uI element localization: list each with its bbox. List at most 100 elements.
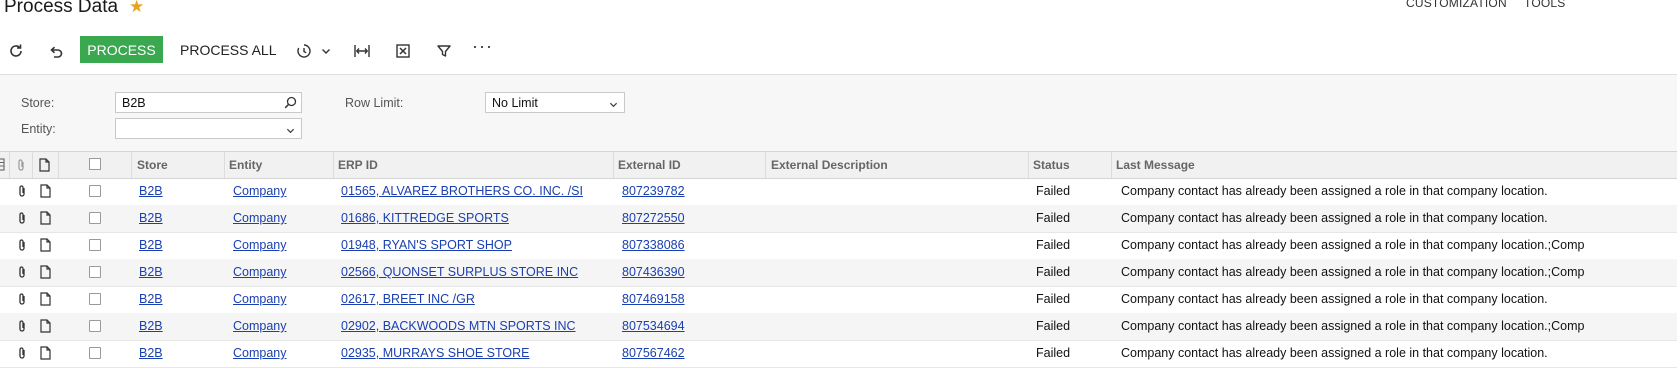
star-icon[interactable]: ★ (129, 0, 144, 17)
row-limit-select[interactable]: No Limit (485, 92, 625, 113)
table-row[interactable]: B2B Company 02935, MURRAYS SHOE STORE 80756… (0, 340, 1677, 368)
entity-link[interactable]: Company (233, 265, 287, 279)
entity-link[interactable]: Company (233, 292, 287, 306)
paperclip-icon[interactable] (17, 346, 29, 360)
note-icon[interactable] (40, 238, 52, 252)
external-id-link[interactable]: 807469158 (622, 292, 685, 306)
chevron-down-icon (286, 124, 295, 138)
entity-link[interactable]: Company (233, 319, 287, 333)
erp-id-link[interactable]: 02566, QUONSET SURPLUS STORE INC (341, 265, 578, 279)
table-row[interactable]: B2B Company 01686, KITTREDGE SPORTS 8072725… (0, 205, 1677, 233)
search-icon[interactable] (284, 96, 297, 112)
filter-icon[interactable] (433, 40, 455, 62)
row-checkbox[interactable] (89, 212, 101, 224)
table-row[interactable]: B2B Company 02566, QUONSET SURPLUS STORE I… (0, 259, 1677, 287)
status-cell: Failed (1036, 346, 1071, 360)
column-header-erp-id[interactable]: ERP ID (338, 158, 378, 172)
store-link[interactable]: B2B (139, 292, 163, 306)
entity-select[interactable] (115, 118, 302, 139)
chevron-down-icon[interactable] (315, 40, 337, 62)
column-header-last-message[interactable]: Last Message (1116, 158, 1195, 172)
last-message-cell: Company contact has already been assigne… (1121, 346, 1548, 360)
entity-link[interactable]: Company (233, 184, 287, 198)
table-row[interactable]: B2B Company 01948, RYAN'S SPORT SHOP 807338… (0, 232, 1677, 260)
column-header-status[interactable]: Status (1033, 158, 1070, 172)
column-chooser-icon[interactable] (0, 158, 5, 176)
store-link[interactable]: B2B (139, 238, 163, 252)
store-link[interactable]: B2B (139, 319, 163, 333)
paperclip-icon[interactable] (17, 238, 29, 252)
entity-link[interactable]: Company (233, 211, 287, 225)
paperclip-icon[interactable] (17, 319, 29, 333)
row-checkbox[interactable] (89, 293, 101, 305)
status-cell: Failed (1036, 319, 1071, 333)
store-link[interactable]: B2B (139, 211, 163, 225)
erp-id-link[interactable]: 01686, KITTREDGE SPORTS (341, 211, 509, 225)
last-message-cell: Company contact has already been assigne… (1121, 265, 1585, 279)
export-excel-icon[interactable] (392, 40, 414, 62)
grid-header: Store Entity ERP ID External ID External… (0, 151, 1677, 179)
table-row[interactable]: B2B Company 02617, BREET INC /GR 807469158 F… (0, 286, 1677, 314)
select-all-checkbox[interactable] (89, 158, 101, 170)
erp-id-link[interactable]: 01565, ALVAREZ BROTHERS CO. INC. /SI (341, 184, 583, 198)
column-header-store[interactable]: Store (137, 158, 168, 172)
note-icon[interactable] (40, 319, 52, 333)
note-icon[interactable] (40, 292, 52, 306)
entity-label: Entity: (21, 122, 56, 136)
column-header-external-description[interactable]: External Description (771, 158, 888, 172)
note-header-icon (39, 158, 50, 177)
note-icon[interactable] (40, 184, 52, 198)
note-icon[interactable] (40, 265, 52, 279)
process-button[interactable]: PROCESS (80, 36, 163, 63)
store-link[interactable]: B2B (139, 184, 163, 198)
column-header-external-id[interactable]: External ID (618, 158, 681, 172)
external-id-link[interactable]: 807567462 (622, 346, 685, 360)
refresh-icon[interactable] (5, 40, 27, 62)
entity-link[interactable]: Company (233, 238, 287, 252)
row-checkbox[interactable] (89, 239, 101, 251)
fit-columns-icon[interactable] (351, 40, 373, 62)
external-id-link[interactable]: 807239782 (622, 184, 685, 198)
row-checkbox[interactable] (89, 185, 101, 197)
store-selector[interactable]: B2B (115, 92, 302, 113)
filter-panel: Store: B2B Row Limit: No Limit Entity: (0, 74, 1677, 153)
customization-menu[interactable]: CUSTOMIZATION (1406, 0, 1507, 10)
chevron-down-icon (609, 98, 618, 112)
row-checkbox[interactable] (89, 320, 101, 332)
store-link[interactable]: B2B (139, 346, 163, 360)
erp-id-link[interactable]: 02935, MURRAYS SHOE STORE (341, 346, 530, 360)
store-link[interactable]: B2B (139, 265, 163, 279)
note-icon[interactable] (40, 211, 52, 225)
schedule-icon[interactable] (293, 40, 315, 62)
entity-link[interactable]: Company (233, 346, 287, 360)
external-id-link[interactable]: 807272550 (622, 211, 685, 225)
external-id-link[interactable]: 807534694 (622, 319, 685, 333)
row-checkbox[interactable] (89, 266, 101, 278)
store-value: B2B (122, 96, 146, 110)
paperclip-icon[interactable] (17, 211, 29, 225)
row-limit-value: No Limit (492, 96, 538, 110)
erp-id-link[interactable]: 01948, RYAN'S SPORT SHOP (341, 238, 512, 252)
undo-icon[interactable] (45, 40, 67, 62)
status-cell: Failed (1036, 184, 1071, 198)
table-row[interactable]: B2B Company 01565, ALVAREZ BROTHERS CO. IN… (0, 178, 1677, 206)
row-limit-label: Row Limit: (345, 96, 404, 110)
erp-id-link[interactable]: 02902, BACKWOODS MTN SPORTS INC (341, 319, 576, 333)
status-cell: Failed (1036, 238, 1071, 252)
erp-id-link[interactable]: 02617, BREET INC /GR (341, 292, 475, 306)
table-row[interactable]: B2B Company 02902, BACKWOODS MTN SPORTS IN… (0, 313, 1677, 341)
last-message-cell: Company contact has already been assigne… (1121, 184, 1548, 198)
external-id-link[interactable]: 807338086 (622, 238, 685, 252)
column-header-entity[interactable]: Entity (229, 158, 262, 172)
paperclip-icon[interactable] (17, 292, 29, 306)
row-checkbox[interactable] (89, 347, 101, 359)
note-icon[interactable] (40, 346, 52, 360)
paperclip-icon[interactable] (17, 265, 29, 279)
last-message-cell: Company contact has already been assigne… (1121, 211, 1548, 225)
process-all-button[interactable]: PROCESS ALL (170, 36, 287, 63)
paperclip-icon[interactable] (17, 184, 29, 198)
more-actions-button[interactable]: ··· (472, 36, 493, 57)
external-id-link[interactable]: 807436390 (622, 265, 685, 279)
tools-menu[interactable]: TOOLS (1524, 0, 1565, 10)
status-cell: Failed (1036, 292, 1071, 306)
